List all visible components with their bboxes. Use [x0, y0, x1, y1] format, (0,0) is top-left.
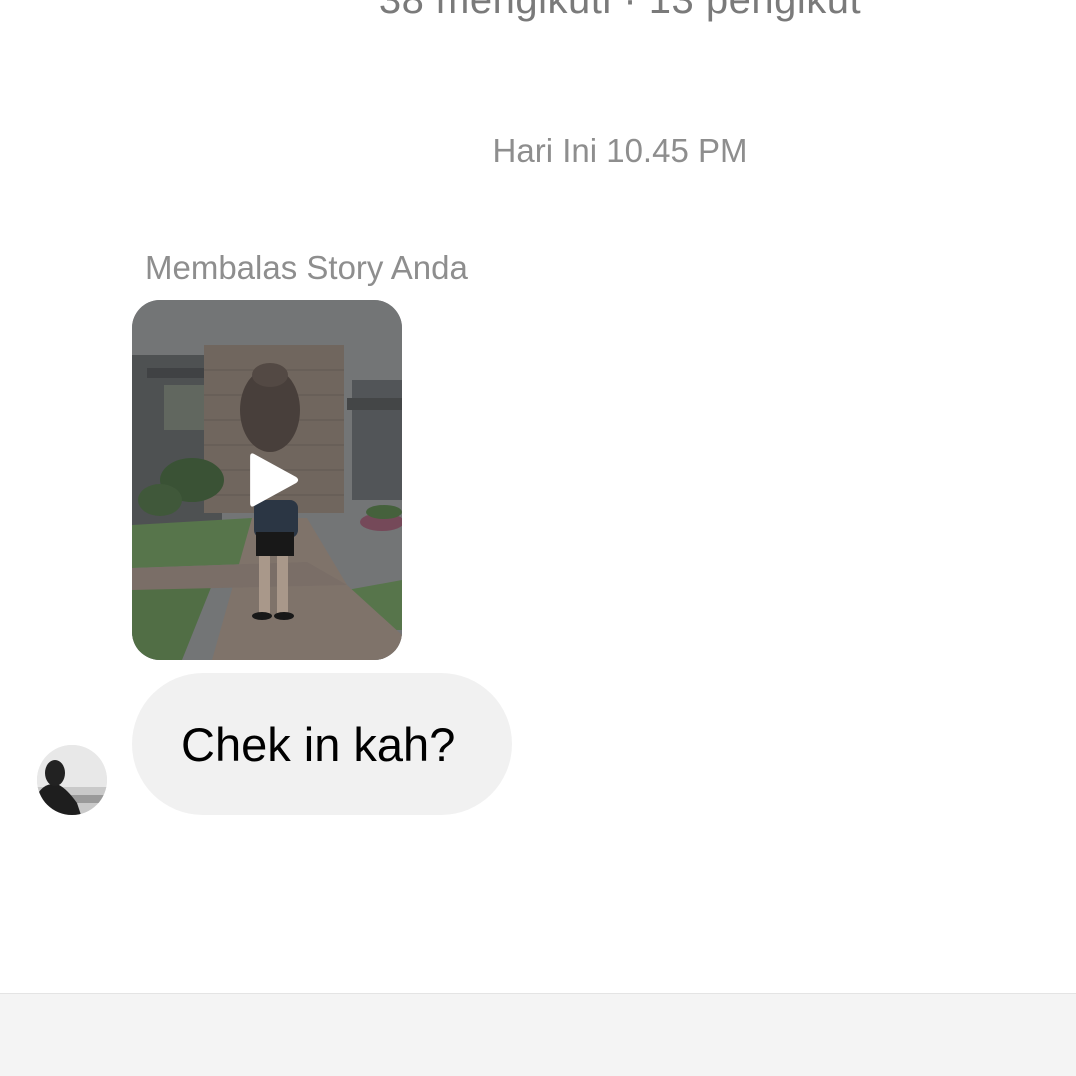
message-composer-area[interactable]: [0, 993, 1076, 1076]
chat-screen: 38 mengikuti · 13 pengikut Hari Ini 10.4…: [0, 0, 1076, 1076]
profile-stats: 38 mengikuti · 13 pengikut: [378, 0, 862, 22]
avatar-image: [37, 745, 107, 815]
message-timestamp: Hari Ini 10.45 PM: [492, 132, 748, 169]
story-reply-label: Membalas Story Anda: [145, 249, 468, 286]
sender-avatar[interactable]: [37, 745, 107, 815]
message-text: Chek in kah?: [181, 717, 456, 771]
message-bubble[interactable]: Chek in kah?: [132, 673, 512, 815]
story-video-thumbnail[interactable]: [132, 300, 402, 660]
play-icon[interactable]: [240, 448, 304, 512]
